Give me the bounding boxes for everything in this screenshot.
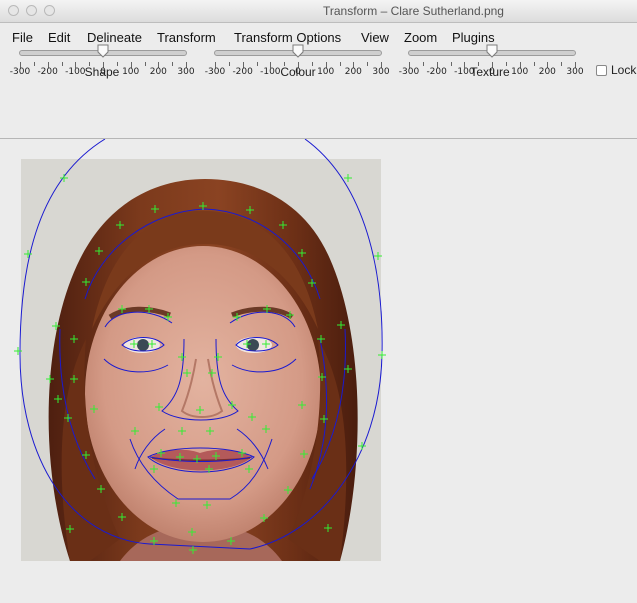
slider-tick bbox=[478, 62, 480, 66]
slider-tick bbox=[533, 62, 535, 66]
slider-tick-label: -200 bbox=[426, 67, 447, 77]
slider-tick-label: 200 bbox=[344, 67, 362, 77]
slider-tick-label: -100 bbox=[65, 67, 86, 77]
image-canvas[interactable] bbox=[0, 139, 637, 603]
menu-delineate[interactable]: Delineate bbox=[87, 30, 142, 45]
slider-tick-label: 300 bbox=[177, 67, 195, 77]
slider-tick bbox=[367, 62, 369, 66]
slider-tick bbox=[422, 62, 424, 66]
slider-tick bbox=[172, 62, 174, 66]
slider-tick bbox=[284, 62, 286, 66]
slider-tick bbox=[561, 62, 563, 66]
menu-zoom[interactable]: Zoom bbox=[404, 30, 437, 45]
slider-thumb[interactable] bbox=[292, 44, 304, 58]
slider-tick bbox=[339, 62, 341, 66]
slider-tick-label: 300 bbox=[566, 67, 584, 77]
window-title: Transform – Clare Sutherland.png bbox=[323, 4, 504, 18]
slider-tick bbox=[505, 62, 507, 66]
slider-tick bbox=[116, 62, 118, 66]
menu-edit[interactable]: Edit bbox=[48, 30, 70, 45]
slider-tick bbox=[61, 62, 63, 66]
slider-tick-label: -200 bbox=[37, 67, 58, 77]
slider-tick-label: -300 bbox=[9, 67, 31, 77]
slider-tick-label: -200 bbox=[232, 67, 253, 77]
colour-slider[interactable]: -300 -200 -100 0 100 200 300 bbox=[205, 44, 390, 94]
slider-tick-label: -100 bbox=[454, 67, 475, 77]
slider-tick-label: 0 bbox=[295, 67, 301, 77]
slider-thumb[interactable] bbox=[97, 44, 109, 58]
slider-tick bbox=[256, 62, 258, 66]
slider-tick bbox=[89, 62, 91, 66]
slider-thumb[interactable] bbox=[486, 44, 498, 58]
menu-transform[interactable]: Transform bbox=[157, 30, 216, 45]
slider-tick-label: 300 bbox=[372, 67, 390, 77]
slider-tick-label: 0 bbox=[489, 67, 495, 77]
slider-tick-label: -100 bbox=[260, 67, 281, 77]
slider-tick-label: 200 bbox=[149, 67, 167, 77]
slider-tick-label: 0 bbox=[100, 67, 106, 77]
portrait-photo bbox=[21, 159, 381, 561]
slider-tick bbox=[228, 62, 230, 66]
title-bar: Transform – Clare Sutherland.png bbox=[0, 0, 637, 23]
lock-label: Lock bbox=[611, 63, 637, 77]
menu-plugins[interactable]: Plugins bbox=[452, 30, 495, 45]
shape-slider[interactable]: -300 -200 -100 0 100 200 300 bbox=[10, 44, 195, 94]
slider-tick-label: 100 bbox=[122, 67, 140, 77]
slider-tick bbox=[144, 62, 146, 66]
slider-tick bbox=[311, 62, 313, 66]
slider-tick bbox=[33, 62, 35, 66]
slider-tick-label: -300 bbox=[398, 67, 420, 77]
slider-tick bbox=[450, 62, 452, 66]
slider-tick-label: -300 bbox=[204, 67, 226, 77]
menu-file[interactable]: File bbox=[12, 30, 33, 45]
slider-tick-label: 100 bbox=[317, 67, 335, 77]
texture-slider[interactable]: -300 -200 -100 0 100 200 300 bbox=[399, 44, 584, 94]
slider-tick-label: 100 bbox=[511, 67, 529, 77]
face-image-with-template bbox=[14, 139, 386, 561]
menu-view[interactable]: View bbox=[361, 30, 389, 45]
slider-tick-label: 200 bbox=[538, 67, 556, 77]
lock-checkbox[interactable] bbox=[596, 65, 607, 76]
menu-transform-options[interactable]: Transform Options bbox=[234, 30, 341, 45]
